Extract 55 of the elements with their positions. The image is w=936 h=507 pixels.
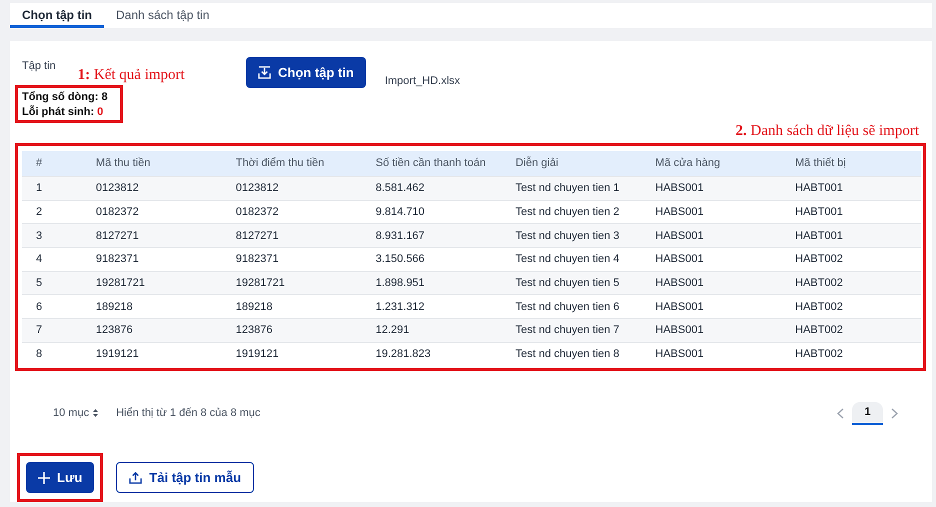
- column-header: #: [22, 150, 82, 176]
- table-cell: 8: [22, 342, 82, 366]
- tab[interactable]: Danh sách tập tin: [104, 3, 222, 28]
- tab[interactable]: Chọn tập tin: [10, 3, 104, 28]
- column-header: Số tiền cần thanh toán: [362, 150, 502, 176]
- table-cell: HABS001: [641, 176, 782, 200]
- total-rows-text: Tổng số dòng: 8: [22, 90, 108, 102]
- table-cell: Test nd chuyen tien 7: [501, 318, 642, 342]
- annotation-text: 1: Kết quả import: [78, 66, 185, 84]
- table-cell: 0123812: [222, 176, 362, 200]
- pagination-info: Hiển thị từ 1 đến 8 của 8 mục: [116, 407, 262, 419]
- file-label: Tập tin: [22, 60, 56, 74]
- file-name: Import_HD.xlsx: [384, 74, 460, 86]
- table-cell: 4: [22, 248, 82, 272]
- table-cell: 1919121: [82, 342, 222, 366]
- column-header: Thời điểm thu tiền: [222, 150, 362, 176]
- table-cell: HABT001: [781, 176, 921, 200]
- column-header: Mã thu tiền: [82, 150, 222, 176]
- table-cell: 9182371: [222, 248, 362, 272]
- table-cell: 9182371: [82, 248, 222, 272]
- download-template-button[interactable]: Tải tập tin mẫu: [116, 462, 254, 493]
- table-cell: 0123812: [82, 176, 222, 200]
- table-cell: HABT002: [781, 248, 921, 272]
- table-cell: 123876: [82, 318, 222, 342]
- table-cell: HABS001: [641, 342, 782, 366]
- save-button[interactable]: Lưu: [26, 462, 94, 493]
- table-cell: HABT002: [781, 342, 921, 366]
- table-cell: Test nd chuyen tien 1: [501, 176, 642, 200]
- table-cell: HABS001: [641, 318, 782, 342]
- plus-icon: [38, 472, 50, 484]
- chevron-right-icon[interactable]: [891, 408, 898, 418]
- choose-file-button[interactable]: Chọn tập tin: [246, 56, 366, 88]
- table-cell: HABT002: [781, 318, 921, 342]
- column-header: Diễn giải: [501, 150, 642, 176]
- column-header: Mã thiết bị: [781, 150, 921, 176]
- table-cell: 12.291: [362, 318, 502, 342]
- table-cell: 8.581.462: [362, 176, 502, 200]
- column-header: Mã cửa hàng: [641, 150, 782, 176]
- errors-text: Lỗi phát sinh: 0: [22, 106, 104, 118]
- upload-icon: [129, 471, 142, 484]
- table-cell: 3.150.566: [362, 248, 502, 272]
- chevron-left-icon[interactable]: [837, 408, 844, 418]
- table-cell: 1919121: [222, 342, 362, 366]
- table-cell: Test nd chuyen tien 4: [501, 248, 642, 272]
- table-cell: 7: [22, 318, 82, 342]
- annotation-text: 2. Danh sách dữ liệu sẽ import: [735, 122, 919, 140]
- sort-icon: [93, 409, 98, 417]
- table-cell: 19.281.823: [362, 342, 502, 366]
- page-button[interactable]: 1: [852, 402, 883, 424]
- table-cell: 123876: [222, 318, 362, 342]
- table-cell: HABS001: [641, 248, 782, 272]
- page-size-select[interactable]: 10 mục: [53, 407, 98, 419]
- download-icon: [258, 66, 271, 78]
- table-cell: Test nd chuyen tien 8: [501, 342, 642, 366]
- table-cell: 1: [22, 176, 82, 200]
